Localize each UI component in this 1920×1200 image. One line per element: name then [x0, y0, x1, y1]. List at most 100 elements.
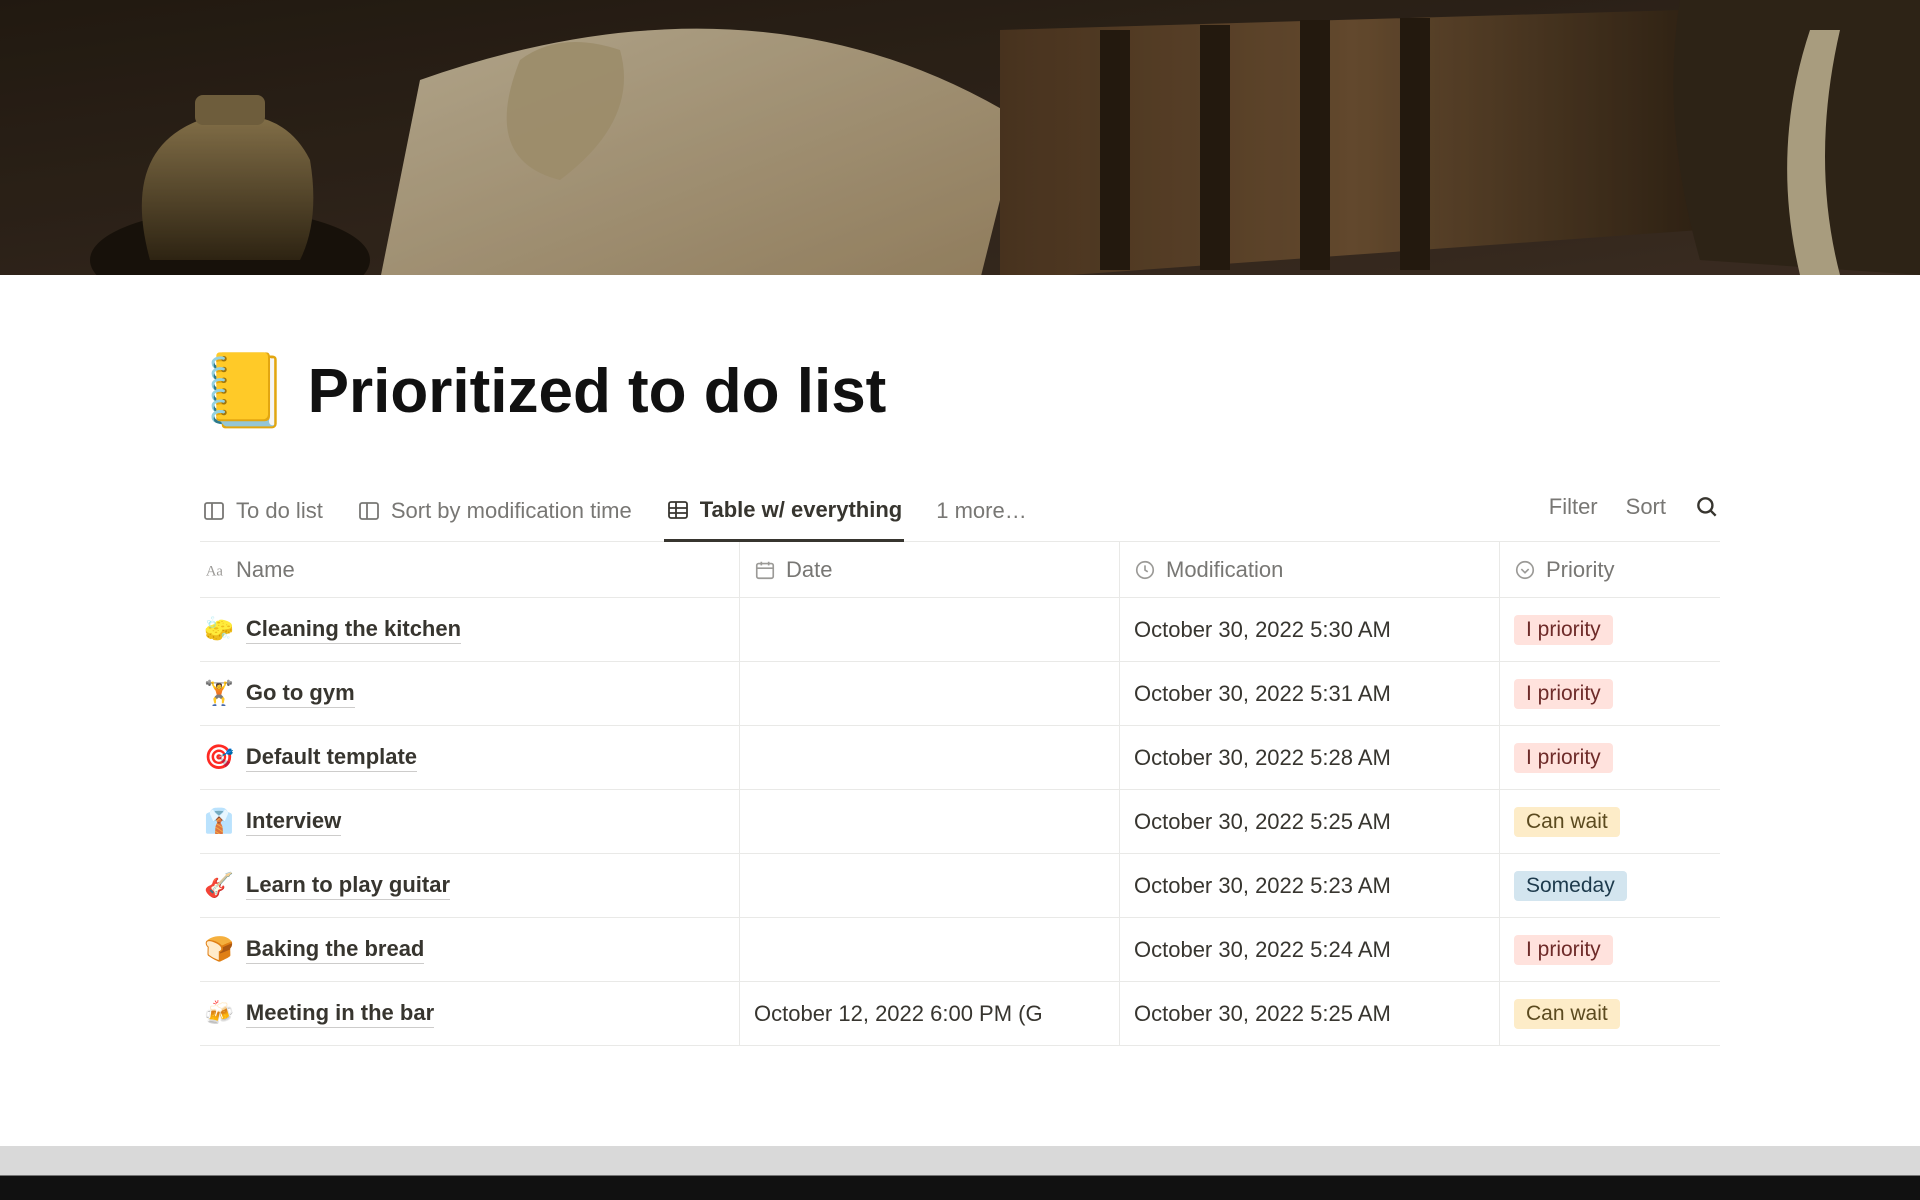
priority-pill: Can wait	[1514, 807, 1620, 837]
views-bar: To do list Sort by modification time Table…	[200, 487, 1720, 542]
row-title: Baking the bread	[246, 936, 424, 964]
row-emoji: 🎯	[204, 743, 234, 772]
table-row[interactable]: 🏋️ Go to gym October 30, 2022 5:31 AM I pri…	[200, 662, 1720, 726]
row-emoji: 🏋️	[204, 679, 234, 708]
column-header-label: Priority	[1546, 557, 1614, 583]
row-emoji: 🧽	[204, 615, 234, 644]
os-taskbar	[0, 1146, 1920, 1200]
cell-name[interactable]: 🏋️ Go to gym	[200, 662, 740, 725]
priority-pill: I priority	[1514, 615, 1613, 645]
cell-date[interactable]	[740, 854, 1120, 917]
view-tab-label: To do list	[236, 498, 323, 524]
board-view-icon	[202, 499, 226, 523]
row-title: Default template	[246, 744, 417, 772]
row-title: Cleaning the kitchen	[246, 616, 461, 644]
svg-text:Aa: Aa	[206, 563, 224, 579]
cell-priority[interactable]: Someday	[1500, 854, 1720, 917]
table-header-row: Aa Name Date	[200, 542, 1720, 598]
cell-modification[interactable]: October 30, 2022 5:25 AM	[1120, 982, 1500, 1045]
table-row[interactable]: 🎸 Learn to play guitar October 30, 2022 5:…	[200, 854, 1720, 918]
row-emoji: 🎸	[204, 871, 234, 900]
board-view-icon	[357, 499, 381, 523]
priority-pill: I priority	[1514, 679, 1613, 709]
cell-date[interactable]	[740, 726, 1120, 789]
cell-name[interactable]: 🎯 Default template	[200, 726, 740, 789]
view-tab-label: Table w/ everything	[700, 497, 903, 523]
cell-modification[interactable]: October 30, 2022 5:30 AM	[1120, 598, 1500, 661]
column-header-date[interactable]: Date	[740, 542, 1120, 597]
cell-priority[interactable]: Can wait	[1500, 790, 1720, 853]
row-title: Go to gym	[246, 680, 355, 708]
table-row[interactable]: 🎯 Default template October 30, 2022 5:28 A…	[200, 726, 1720, 790]
select-type-icon	[1514, 559, 1536, 581]
modification-value: October 30, 2022 5:25 AM	[1134, 1001, 1391, 1027]
column-header-priority[interactable]: Priority	[1500, 542, 1720, 597]
database-table: Aa Name Date	[200, 542, 1720, 1046]
view-tab-0[interactable]: To do list	[200, 488, 325, 540]
modification-value: October 30, 2022 5:31 AM	[1134, 681, 1391, 707]
modification-value: October 30, 2022 5:28 AM	[1134, 745, 1391, 771]
cell-modification[interactable]: October 30, 2022 5:31 AM	[1120, 662, 1500, 725]
cell-modification[interactable]: October 30, 2022 5:25 AM	[1120, 790, 1500, 853]
priority-pill: I priority	[1514, 935, 1613, 965]
cell-priority[interactable]: I priority	[1500, 598, 1720, 661]
cell-priority[interactable]: I priority	[1500, 918, 1720, 981]
row-title: Meeting in the bar	[246, 1000, 434, 1028]
clock-icon	[1134, 559, 1156, 581]
filter-button[interactable]: Filter	[1549, 494, 1598, 520]
row-emoji: 👔	[204, 807, 234, 836]
cell-date[interactable]	[740, 662, 1120, 725]
table-row[interactable]: 👔 Interview October 30, 2022 5:25 AM Can wa…	[200, 790, 1720, 854]
row-title: Interview	[246, 808, 341, 836]
modification-value: October 30, 2022 5:24 AM	[1134, 937, 1391, 963]
view-tab-1[interactable]: Sort by modification time	[355, 488, 634, 540]
text-type-icon: Aa	[204, 559, 226, 581]
column-header-label: Name	[236, 557, 295, 583]
view-tab-label: Sort by modification time	[391, 498, 632, 524]
calendar-icon	[754, 559, 776, 581]
modification-value: October 30, 2022 5:23 AM	[1134, 873, 1391, 899]
modification-value: October 30, 2022 5:25 AM	[1134, 809, 1391, 835]
cell-modification[interactable]: October 30, 2022 5:23 AM	[1120, 854, 1500, 917]
cell-name[interactable]: 🍞 Baking the bread	[200, 918, 740, 981]
page-header: 📒 Prioritized to do list	[200, 275, 1720, 427]
cell-date[interactable]	[740, 790, 1120, 853]
search-icon[interactable]	[1694, 494, 1720, 520]
cell-modification[interactable]: October 30, 2022 5:28 AM	[1120, 726, 1500, 789]
column-header-name[interactable]: Aa Name	[200, 542, 740, 597]
row-emoji: 🍞	[204, 935, 234, 964]
cell-date[interactable]	[740, 598, 1120, 661]
cover-image	[0, 0, 1920, 275]
table-row[interactable]: 🍞 Baking the bread October 30, 2022 5:24 A…	[200, 918, 1720, 982]
priority-pill: Can wait	[1514, 999, 1620, 1029]
table-row[interactable]: 🧽 Cleaning the kitchen October 30, 2022 5:…	[200, 598, 1720, 662]
cell-priority[interactable]: I priority	[1500, 726, 1720, 789]
cell-name[interactable]: 🍻 Meeting in the bar	[200, 982, 740, 1045]
cell-date[interactable]	[740, 918, 1120, 981]
row-emoji: 🍻	[204, 999, 234, 1028]
page-emoji[interactable]: 📒	[200, 355, 290, 427]
view-tab-2[interactable]: Table w/ everything	[664, 487, 905, 542]
modification-value: October 30, 2022 5:30 AM	[1134, 617, 1391, 643]
cell-name[interactable]: 🎸 Learn to play guitar	[200, 854, 740, 917]
row-title: Learn to play guitar	[246, 872, 450, 900]
sort-button[interactable]: Sort	[1626, 494, 1666, 520]
cell-modification[interactable]: October 30, 2022 5:24 AM	[1120, 918, 1500, 981]
cell-priority[interactable]: Can wait	[1500, 982, 1720, 1045]
column-header-modification[interactable]: Modification	[1120, 542, 1500, 597]
views-more-label: 1 more…	[936, 498, 1026, 524]
cell-name[interactable]: 🧽 Cleaning the kitchen	[200, 598, 740, 661]
priority-pill: I priority	[1514, 743, 1613, 773]
column-header-label: Date	[786, 557, 832, 583]
app-window: 📒 Prioritized to do list To do list Sort …	[0, 0, 1920, 1200]
cell-date[interactable]: October 12, 2022 6:00 PM (G	[740, 982, 1120, 1045]
table-row[interactable]: 🍻 Meeting in the bar October 12, 2022 6:00…	[200, 982, 1720, 1046]
table-view-icon	[666, 498, 690, 522]
priority-pill: Someday	[1514, 871, 1627, 901]
cell-priority[interactable]: I priority	[1500, 662, 1720, 725]
cell-name[interactable]: 👔 Interview	[200, 790, 740, 853]
views-more[interactable]: 1 more…	[934, 488, 1028, 540]
page-title[interactable]: Prioritized to do list	[308, 356, 887, 427]
date-value: October 12, 2022 6:00 PM (G	[754, 1001, 1043, 1027]
column-header-label: Modification	[1166, 557, 1283, 583]
